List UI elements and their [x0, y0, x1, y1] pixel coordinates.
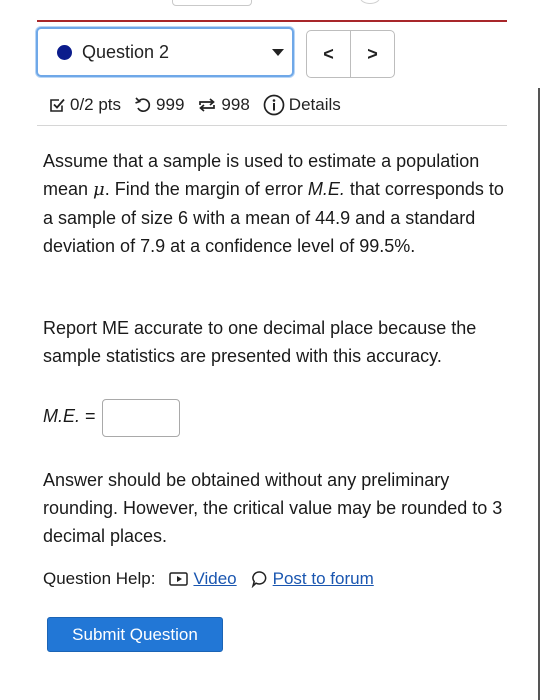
question-select[interactable]: Question 2 [36, 27, 294, 77]
undo-icon [135, 97, 151, 113]
me-answer-input[interactable] [102, 399, 180, 437]
top-tab-stub [172, 0, 252, 6]
previous-question-button[interactable]: < [307, 31, 350, 77]
rounding-note: Answer should be obtained without any pr… [43, 470, 503, 546]
next-question-button[interactable]: > [350, 31, 394, 77]
retries-item: 998 [197, 95, 250, 115]
question-help-label: Question Help: [43, 569, 156, 588]
chat-bubble-icon [251, 571, 266, 588]
info-icon [263, 94, 285, 116]
question-select-label: Question 2 [82, 42, 170, 62]
header-divider [37, 20, 507, 22]
forum-link-text: Post to forum [272, 569, 374, 588]
instruction-text: Report ME accurate to one decimal place … [43, 318, 477, 366]
question-meta: 0/2 pts 999 998 Details [48, 92, 354, 118]
submit-question-button[interactable]: Submit Question [47, 617, 223, 652]
video-icon [169, 572, 189, 586]
me-label-term: M.E. [43, 406, 81, 426]
forum-link[interactable]: Post to forum [251, 569, 374, 589]
details-text: Details [288, 95, 341, 114]
page-edge-rule [538, 88, 540, 700]
mu-symbol: μ [93, 179, 105, 200]
check-box-icon [50, 98, 65, 112]
video-link[interactable]: Video [169, 569, 237, 589]
status-dot-icon [57, 45, 72, 60]
attempts-item: 999 [134, 95, 184, 115]
me-label-equals: = [80, 406, 96, 426]
attempts-text: 999 [156, 95, 185, 114]
question-text-b: . Find the margin of error [104, 179, 308, 199]
question-nav: < > [306, 30, 395, 78]
retry-icon [199, 98, 216, 112]
me-answer-label: M.E. = [43, 406, 96, 427]
points-text: 0/2 pts [70, 95, 122, 114]
details-button[interactable]: Details [263, 94, 341, 116]
me-term: M.E. [307, 179, 345, 199]
question-help: Question Help: Video Post to forum [43, 567, 374, 591]
top-circle-stub [360, 0, 380, 4]
retries-text: 998 [221, 95, 250, 114]
points-item: 0/2 pts [48, 95, 121, 115]
question-text: Assume that a sample is used to estimate… [43, 147, 513, 260]
caret-down-icon [272, 49, 284, 56]
video-link-text: Video [193, 569, 237, 588]
meta-divider [37, 125, 507, 126]
